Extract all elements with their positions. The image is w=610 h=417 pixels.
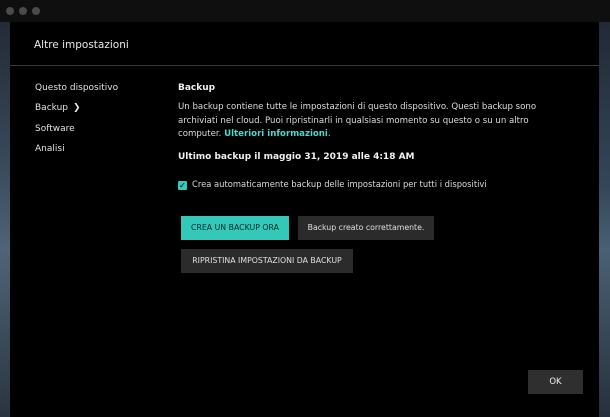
sidebar-item-label: Backup (35, 103, 68, 113)
auto-backup-label[interactable]: Crea automaticamente backup delle impost… (192, 179, 487, 189)
auto-backup-checkbox[interactable]: ✓ (178, 181, 187, 190)
ok-button[interactable]: OK (528, 370, 583, 394)
minimize-window-button[interactable] (19, 7, 27, 15)
last-backup-text: Ultimo backup il maggio 31, 2019 alle 4:… (178, 152, 415, 162)
backup-description: Un backup contiene tutte le impostazioni… (178, 101, 558, 142)
sidebar-item-label: Analisi (35, 144, 65, 154)
backup-status-message: Backup creato correttamente. (298, 216, 434, 240)
sidebar-item-backup[interactable]: Backup ❯ (35, 103, 81, 113)
create-backup-button[interactable]: CREA UN BACKUP ORA (181, 216, 289, 240)
sidebar-item-label: Questo dispositivo (35, 83, 119, 93)
checkmark-icon: ✓ (179, 181, 186, 190)
description-period: . (327, 129, 331, 139)
window-titlebar (0, 0, 610, 22)
dialog-title: Altre impostazioni (34, 39, 129, 51)
header-divider (10, 65, 599, 66)
more-info-link[interactable]: Ulteriori informazioni (224, 129, 328, 139)
sidebar-item-analisi[interactable]: Analisi (35, 144, 65, 154)
restore-backup-button[interactable]: RIPRISTINA IMPOSTAZIONI DA BACKUP (181, 249, 353, 273)
close-window-button[interactable] (6, 7, 14, 15)
settings-dialog: Altre impostazioni Questo dispositivo Ba… (10, 22, 599, 417)
sidebar-item-questo-dispositivo[interactable]: Questo dispositivo (35, 83, 118, 93)
sidebar-item-label: Software (35, 124, 75, 134)
zoom-window-button[interactable] (32, 7, 40, 15)
section-title: Backup (178, 83, 216, 93)
sidebar-item-software[interactable]: Software (35, 124, 75, 134)
desktop-background-right (598, 0, 610, 417)
chevron-right-icon: ❯ (73, 103, 81, 113)
